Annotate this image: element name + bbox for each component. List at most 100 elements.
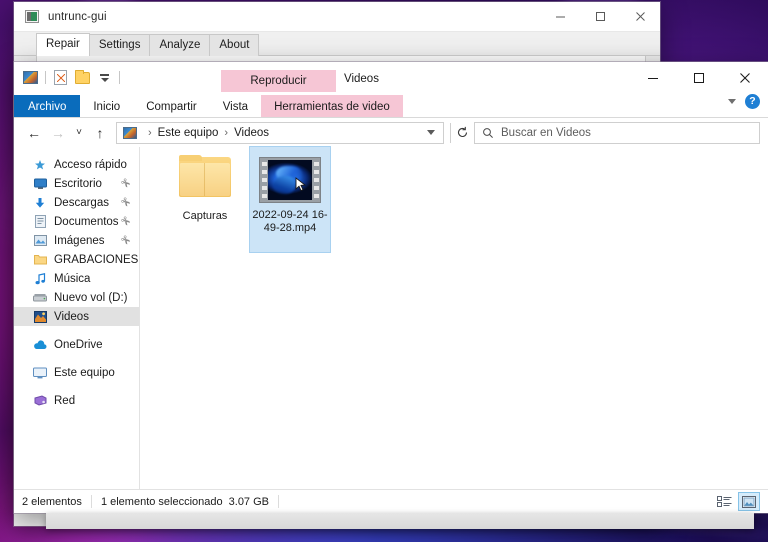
- search-input[interactable]: Buscar en Videos: [474, 121, 760, 144]
- tab-settings[interactable]: Settings: [88, 34, 151, 56]
- sidebar-item-nuevo-vol-d[interactable]: Nuevo vol (D:): [14, 288, 139, 307]
- quick-access-toolbar[interactable]: [22, 69, 126, 86]
- ribbon-tab-inicio[interactable]: Inicio: [80, 95, 133, 118]
- list-item[interactable]: Capturas: [164, 149, 246, 254]
- new-folder-icon[interactable]: [74, 69, 91, 86]
- pin-icon[interactable]: ✀: [119, 195, 132, 209]
- selection-size: 3.07 GB: [228, 495, 269, 508]
- recent-locations-button[interactable]: ˅: [70, 121, 88, 145]
- forward-button[interactable]: →: [46, 121, 70, 145]
- minimize-button[interactable]: [540, 2, 580, 32]
- help-icon[interactable]: ?: [745, 94, 760, 109]
- search-icon: [483, 127, 493, 138]
- breadcrumb-separator: ›: [224, 126, 229, 139]
- cloud-icon: [32, 339, 48, 350]
- contextual-tab-reproducir[interactable]: Reproducir: [221, 70, 336, 92]
- ribbon-tab-herramientas-de-video[interactable]: Herramientas de video: [261, 95, 403, 118]
- window-shadow-edge: [46, 513, 754, 529]
- minimize-button[interactable]: [630, 62, 676, 93]
- address-bar[interactable]: › Este equipo › Videos: [116, 121, 444, 144]
- tab-about[interactable]: About: [209, 34, 260, 56]
- ribbon-tab-vista[interactable]: Vista: [210, 95, 261, 118]
- tab-repair[interactable]: Repair: [36, 33, 90, 56]
- chevron-down-icon[interactable]: [728, 99, 736, 104]
- address-bar-row: ← → ˅ ↑ › Este equipo › Videos Buscar en…: [14, 118, 768, 147]
- sidebar-item-documentos[interactable]: Documentos ✀: [14, 212, 139, 231]
- star-icon: [32, 159, 48, 171]
- pin-icon[interactable]: ✀: [119, 214, 132, 228]
- maximize-button[interactable]: [580, 2, 620, 32]
- close-button[interactable]: [722, 62, 768, 93]
- customize-caret-icon[interactable]: [96, 69, 113, 86]
- file-name: 2022-09-24 16-49-28.mp4: [252, 209, 328, 234]
- sidebar-item-grabaciones[interactable]: GRABACIONES: [14, 250, 139, 269]
- list-item[interactable]: 2022-09-24 16-49-28.mp4: [249, 146, 331, 253]
- maximize-button[interactable]: [676, 62, 722, 93]
- ribbon-tabs: Archivo Inicio Compartir Vista Herramien…: [14, 95, 403, 118]
- pin-icon[interactable]: ✀: [119, 176, 132, 190]
- status-divider: [90, 495, 92, 508]
- sidebar-item-label: Red: [54, 394, 76, 407]
- video-thumbnail: [259, 157, 321, 203]
- sidebar-item-label: Acceso rápido: [54, 158, 127, 171]
- view-buttons: [713, 492, 760, 511]
- status-bar: 2 elementos 1 elemento seleccionado 3.07…: [14, 489, 768, 513]
- breadcrumb-este-equipo[interactable]: Este equipo: [158, 127, 219, 139]
- desktop: untrunc-gui Repair Settings Analyze Abou…: [0, 0, 768, 542]
- item-count: 2 elementos: [22, 495, 82, 508]
- ribbon-underline: [14, 117, 768, 118]
- sidebar-item-descargas[interactable]: Descargas ✀: [14, 193, 139, 212]
- file-explorer-window[interactable]: Reproducir Videos ? Archivo Inicio Compa…: [14, 62, 768, 513]
- ribbon-tab-compartir[interactable]: Compartir: [133, 95, 209, 118]
- untrunc-titlebar[interactable]: untrunc-gui: [14, 2, 660, 32]
- toolbar-divider: [45, 71, 46, 84]
- this-pc-icon: [123, 126, 137, 139]
- file-list-view[interactable]: Capturas 2022-09-24 16-49-28.mp4: [140, 146, 768, 489]
- window-title: untrunc-gui: [48, 10, 107, 23]
- search-placeholder: Buscar en Videos: [501, 126, 591, 139]
- sidebar-item-musica[interactable]: Música: [14, 269, 139, 288]
- toolbar-divider: [119, 71, 120, 84]
- navigation-pane[interactable]: Acceso rápido Escritorio ✀ Descargas ✀ D…: [14, 147, 140, 489]
- large-icons-view-button[interactable]: [738, 492, 760, 511]
- properties-icon[interactable]: [52, 69, 69, 86]
- breadcrumb-videos[interactable]: Videos: [234, 127, 269, 139]
- sidebar-item-videos[interactable]: Videos: [14, 307, 139, 326]
- sidebar-item-red[interactable]: Red: [14, 391, 139, 410]
- back-button[interactable]: ←: [22, 121, 46, 145]
- ribbon-tab-archivo[interactable]: Archivo: [14, 95, 81, 118]
- tab-analyze[interactable]: Analyze: [149, 34, 211, 56]
- film-perforations-right: [312, 158, 320, 202]
- explorer-window-title: Videos: [344, 73, 379, 85]
- sidebar-item-acceso-rapido[interactable]: Acceso rápido: [14, 155, 139, 174]
- details-view-button[interactable]: [713, 492, 735, 511]
- drive-icon: [32, 293, 48, 302]
- pin-icon[interactable]: ✀: [119, 233, 132, 247]
- sidebar-item-imagenes[interactable]: Imágenes ✀: [14, 231, 139, 250]
- document-icon: [32, 215, 48, 228]
- up-button[interactable]: ↑: [88, 121, 112, 145]
- selection-info: 1 elemento seleccionado: [100, 495, 223, 508]
- explorer-app-icon: [22, 69, 39, 86]
- untrunc-tab-strip: Repair Settings Analyze About: [14, 32, 660, 56]
- sidebar-item-este-equipo[interactable]: Este equipo: [14, 363, 139, 382]
- sidebar-item-label: Música: [54, 272, 91, 285]
- film-perforations-left: [260, 158, 268, 202]
- breadcrumb-separator: ›: [148, 126, 152, 139]
- download-icon: [32, 197, 48, 209]
- videos-icon: [32, 310, 48, 323]
- sidebar-item-label: OneDrive: [54, 338, 103, 351]
- app-icon: [25, 10, 39, 23]
- sidebar-item-onedrive[interactable]: OneDrive: [14, 335, 139, 354]
- sidebar-item-label: Este equipo: [54, 366, 115, 379]
- folder-icon: [32, 254, 48, 265]
- sidebar-item-escritorio[interactable]: Escritorio ✀: [14, 174, 139, 193]
- refresh-button[interactable]: [450, 122, 474, 143]
- music-icon: [32, 272, 48, 285]
- address-dropdown-icon[interactable]: [427, 130, 435, 135]
- explorer-content: Acceso rápido Escritorio ✀ Descargas ✀ D…: [14, 146, 768, 489]
- close-button[interactable]: [620, 2, 660, 32]
- sidebar-item-label: Imágenes: [54, 234, 105, 247]
- untrunc-window-controls: [540, 2, 660, 32]
- sidebar-item-label: Documentos: [54, 215, 119, 228]
